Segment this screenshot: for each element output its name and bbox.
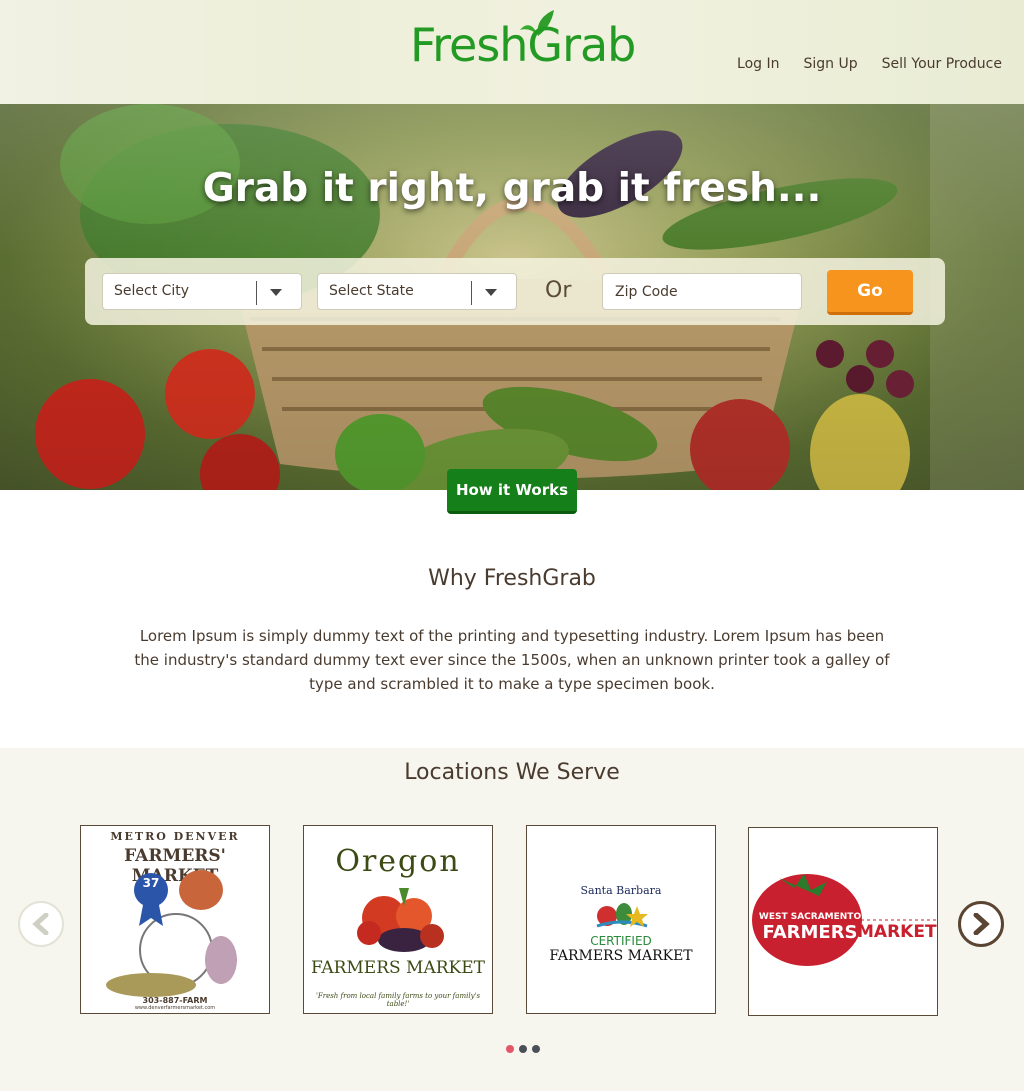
carousel-next-button[interactable] [958,901,1004,947]
chevron-left-icon [32,913,49,935]
locations-title: Locations We Serve [404,760,620,785]
city-select-label: Select City [114,283,190,299]
state-select[interactable]: Select State [317,273,517,310]
card-title-line1: Oregon [335,844,461,879]
signup-link[interactable]: Sign Up [804,56,858,72]
zip-code-input[interactable] [602,273,802,310]
location-search-bar: Select City Select State Or Go [85,258,945,325]
card-title-line1: Metro Denver [110,830,240,843]
card-title-line1: Santa Barbara [580,884,662,897]
why-title: Why FreshGrab [428,566,596,591]
chevron-down-icon [270,289,282,296]
carousel-pagination [506,1045,540,1053]
state-select-label: Select State [329,283,414,299]
oregon-produce-illustration [357,888,444,952]
location-card-oregon[interactable]: Oregon Farmers Market 'Fresh from local … [303,825,493,1014]
carousel-prev-button[interactable] [18,901,64,947]
why-section: Why FreshGrab Lorem Ipsum is simply dumm… [0,490,1024,748]
login-link[interactable]: Log In [737,56,779,72]
location-card-metro-denver[interactable]: Metro Denver Farmers' Market 37 303-887-… [80,825,270,1014]
card-title-line2: Farmers Market [311,958,485,978]
freshgrab-logo[interactable]: FreshGrab [410,8,650,74]
card-title-line2: Certified [590,934,652,948]
site-header: FreshGrab Log In Sign Up Sell Your Produ… [0,0,1024,104]
logo-text: FreshGrab [410,18,636,72]
card-title-line2: Farmers [762,922,858,943]
anniversary-badge: 37 [142,876,160,890]
or-text: Or [545,278,572,303]
card-title-line1: West Sacramento [758,912,862,922]
card-tagline: 'Fresh from local family farms to your f… [315,992,481,1008]
carousel-dot[interactable] [506,1045,514,1053]
card-phone: 303-887-FARM [142,996,208,1005]
location-card-santa-barbara[interactable]: Santa Barbara Certified Farmers Market [526,825,716,1014]
hero-banner: Grab it right, grab it fresh... Select C… [0,104,1024,490]
carousel-dot[interactable] [532,1045,540,1053]
carousel-dot[interactable] [519,1045,527,1053]
chevron-down-icon [485,289,497,296]
hero-title: Grab it right, grab it fresh... [202,166,822,211]
top-nav: Log In Sign Up Sell Your Produce [713,56,1002,72]
city-select[interactable]: Select City [102,273,302,310]
card-title-line3: Farmers Market [549,948,693,964]
santa-barbara-produce-icon [596,903,648,928]
location-card-west-sacramento[interactable]: West Sacramento Farmers Market [748,827,938,1016]
chevron-right-icon [973,913,990,935]
sell-produce-link[interactable]: Sell Your Produce [882,56,1002,72]
how-it-works-button[interactable]: How it Works [447,469,577,514]
go-button[interactable]: Go [827,270,913,315]
why-body: Lorem Ipsum is simply dummy text of the … [134,627,890,693]
card-url: www.denverfarmersmarket.com [134,1005,216,1011]
locations-section: Locations We Serve Metro Denver Farmers'… [0,748,1024,1091]
card-title-line3: Market [857,922,937,942]
